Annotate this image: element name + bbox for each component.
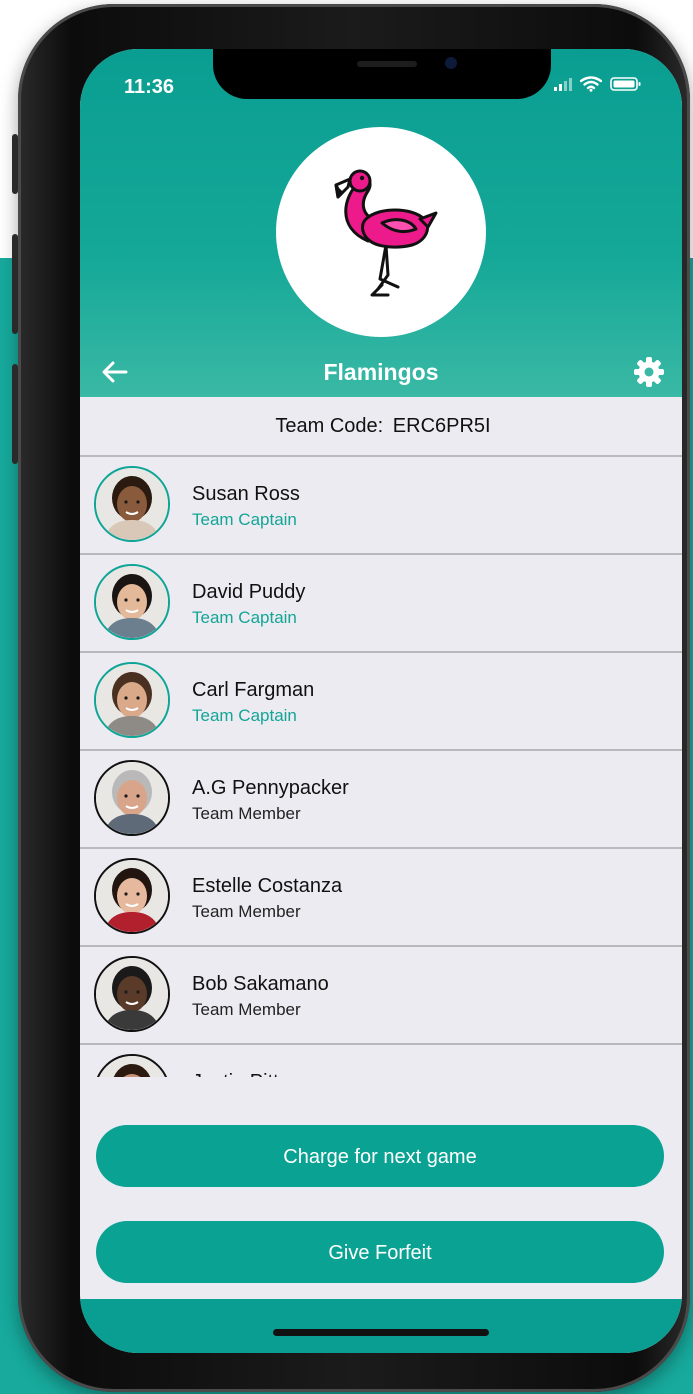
gear-icon — [634, 357, 664, 387]
device-notch — [213, 49, 551, 99]
volume-up-button — [12, 234, 18, 334]
page-title: Flamingos — [323, 359, 439, 385]
home-indicator[interactable] — [273, 1329, 489, 1336]
member-row[interactable]: David Puddy Team Captain — [80, 555, 682, 653]
member-role: Team Captain — [192, 706, 297, 725]
avatar — [94, 760, 170, 836]
volume-down-button — [12, 364, 18, 464]
avatar — [94, 466, 170, 542]
battery-icon — [610, 77, 641, 91]
team-code-value: ERC6PR5I — [392, 415, 491, 437]
member-row[interactable]: A.G Pennypacker Team Member — [80, 751, 682, 849]
signal-icon — [554, 77, 572, 91]
avatar — [94, 662, 170, 738]
flamingo-icon — [334, 169, 438, 297]
settings-button[interactable] — [632, 355, 666, 389]
app-screen: 11:36 Flamingos Team Code: ERC6PR5I Susa… — [80, 49, 682, 1353]
member-role: Team Member — [192, 1000, 301, 1019]
member-name: Susan Ross — [192, 483, 300, 505]
member-name: Estelle Costanza — [192, 875, 343, 897]
team-header: 11:36 Flamingos — [80, 49, 682, 397]
member-role: Team Member — [192, 804, 301, 823]
member-name: David Puddy — [192, 581, 306, 603]
member-name: Bob Sakamano — [192, 973, 329, 995]
wifi-icon — [580, 76, 602, 92]
avatar — [94, 858, 170, 934]
status-time: 11:36 — [124, 76, 175, 98]
team-code-row: Team Code: ERC6PR5I — [80, 397, 682, 457]
member-row[interactable]: Susan Ross Team Captain — [80, 457, 682, 555]
team-code-label: Team Code: — [275, 415, 384, 437]
charge-next-game-button[interactable]: Charge for next game — [96, 1125, 664, 1187]
member-row[interactable]: Carl Fargman Team Captain — [80, 653, 682, 751]
member-row[interactable]: Justin PittTeam Member — [80, 1045, 682, 1077]
team-logo — [276, 127, 486, 337]
avatar — [94, 564, 170, 640]
member-row[interactable]: Bob Sakamano Team Member — [80, 947, 682, 1045]
silent-switch — [12, 134, 18, 194]
member-row[interactable]: Estelle Costanza Team Member — [80, 849, 682, 947]
bottom-bar — [80, 1299, 682, 1353]
member-role: Team Captain — [192, 510, 297, 529]
members-list[interactable]: Susan Ross Team Captain David Puddy Team Ca… — [80, 457, 682, 1077]
status-icons — [554, 76, 642, 92]
give-forfeit-button[interactable]: Give Forfeit — [96, 1221, 664, 1283]
member-name: Justin Pitt — [192, 1071, 279, 1077]
member-role: Team Captain — [192, 608, 297, 627]
avatar — [94, 956, 170, 1032]
avatar — [94, 1054, 170, 1077]
member-role: Team Member — [192, 902, 301, 921]
phone-frame: 11:36 Flamingos Team Code: ERC6PR5I Susa… — [12, 4, 690, 1392]
member-name: A.G Pennypacker — [192, 777, 349, 799]
member-name: Carl Fargman — [192, 679, 315, 701]
